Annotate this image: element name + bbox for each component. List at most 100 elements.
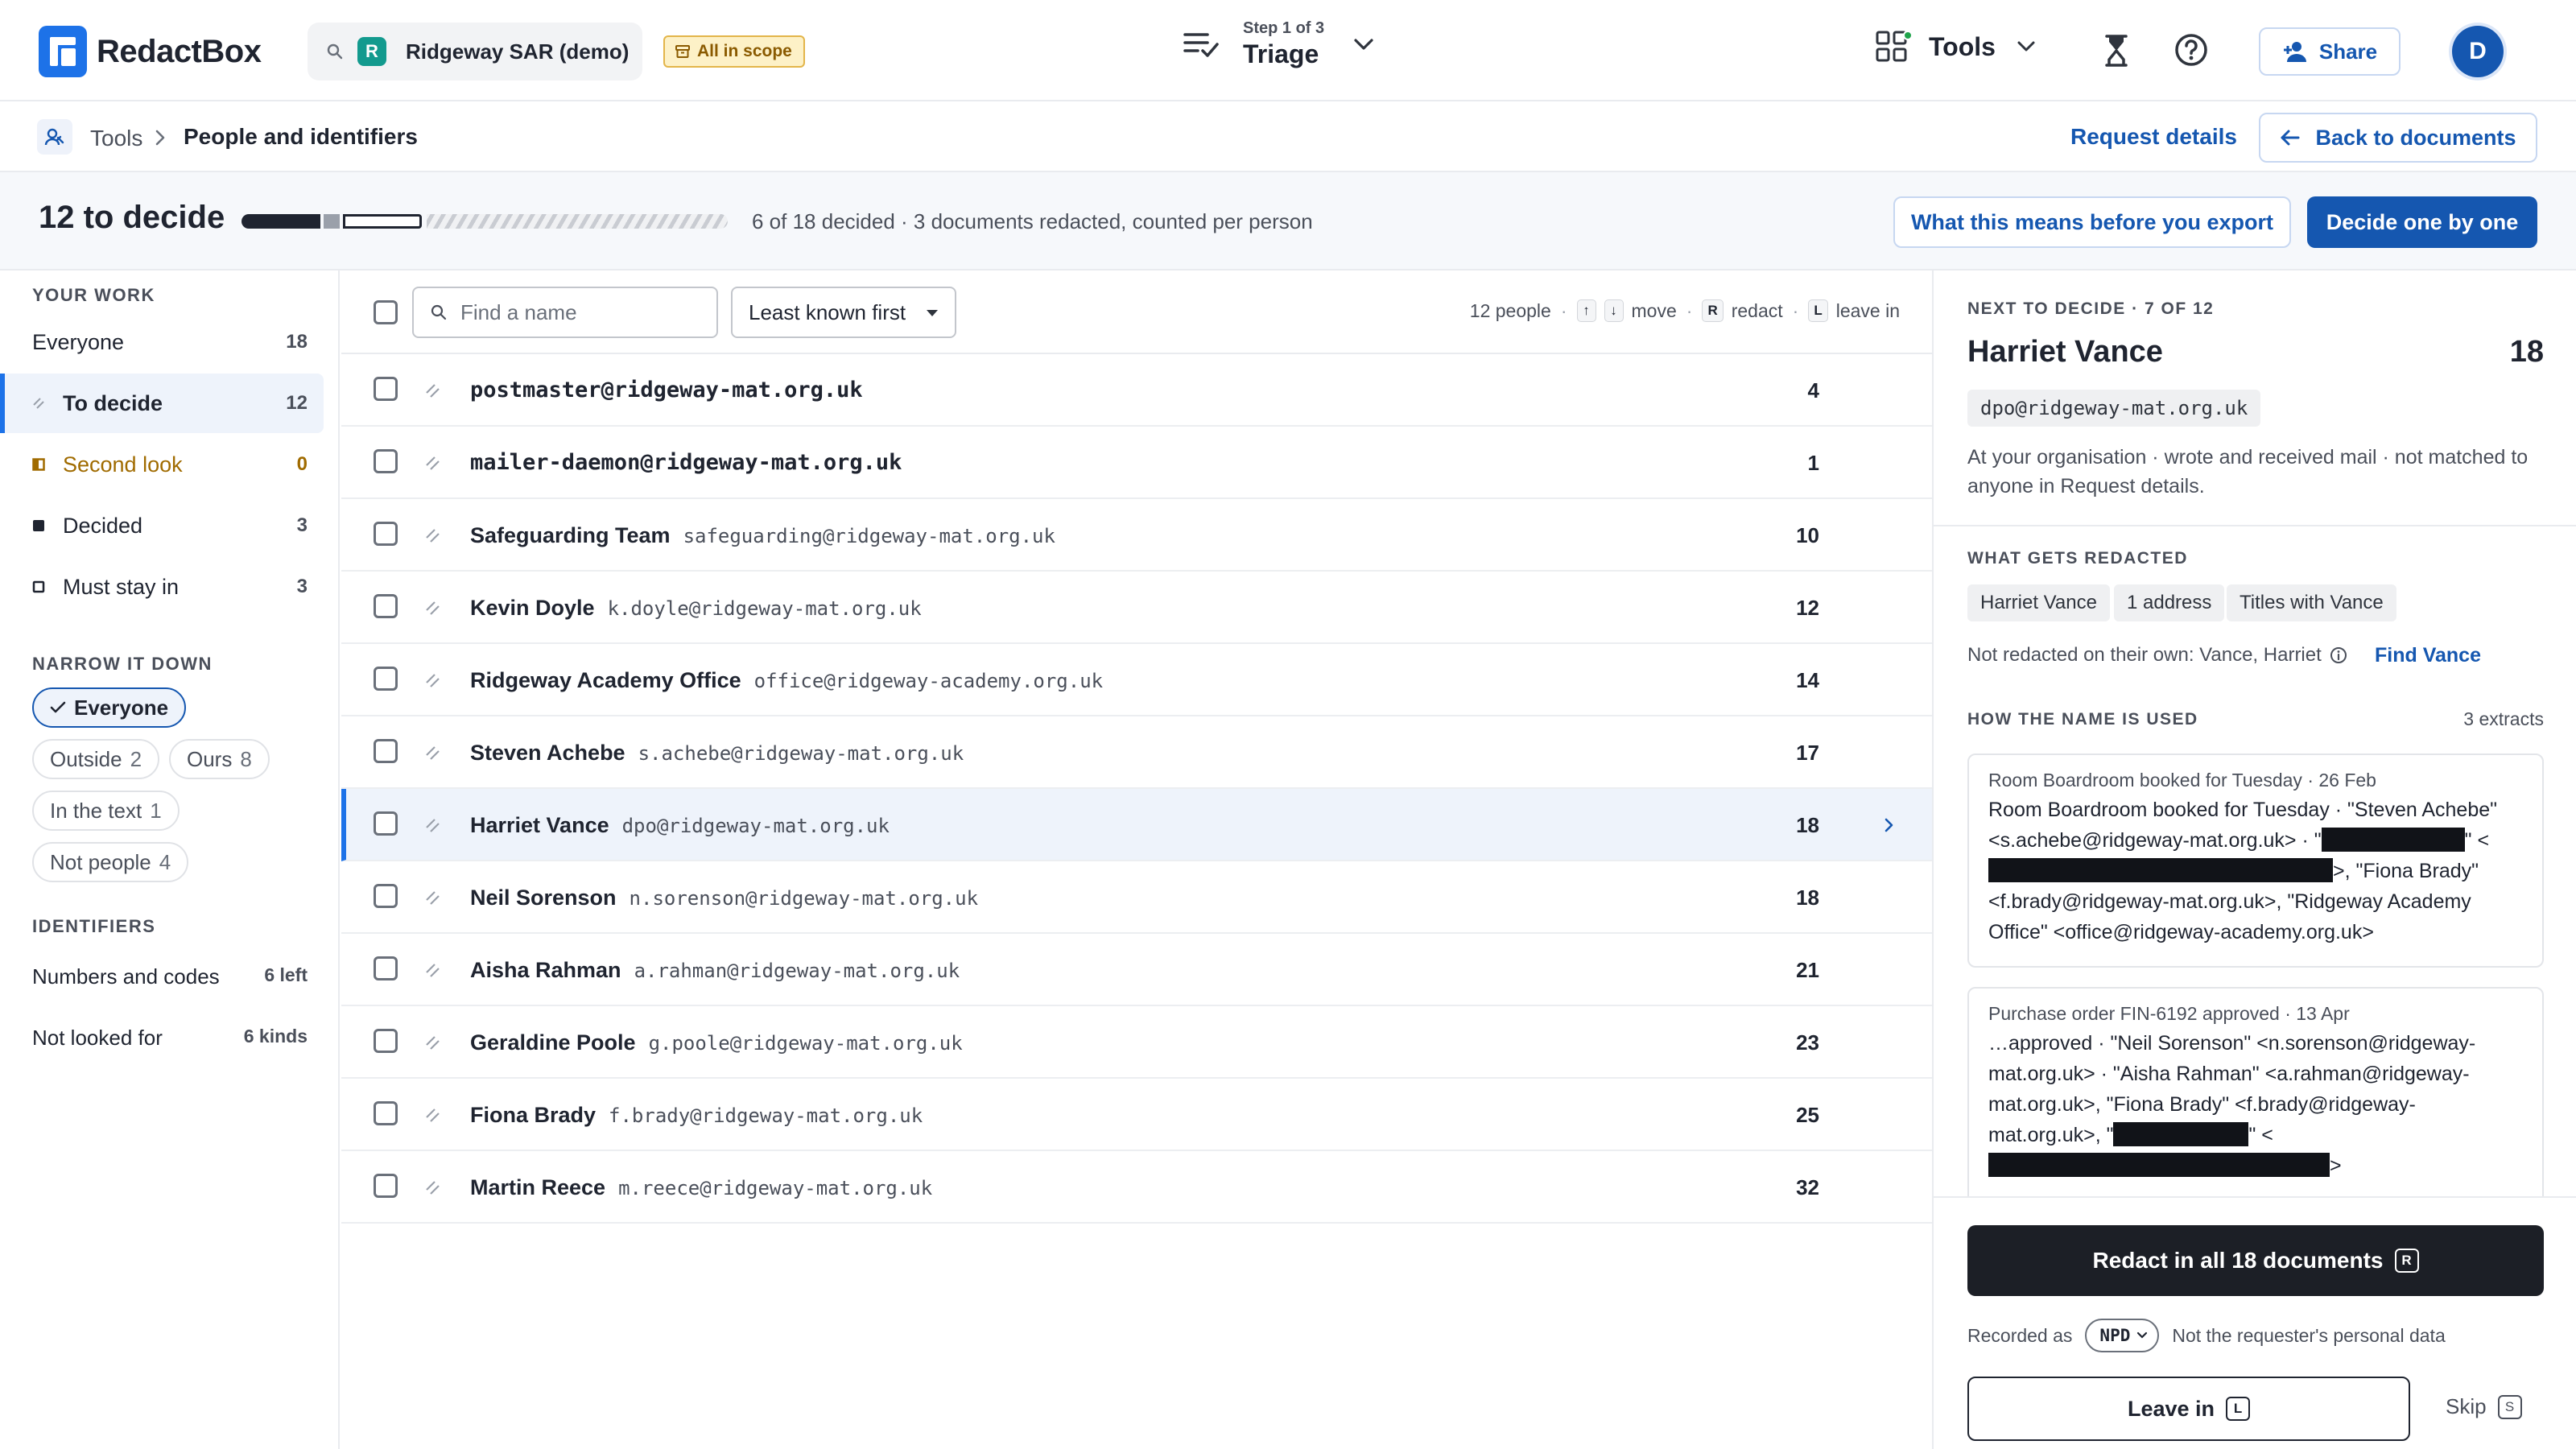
extract-text: " < <box>2464 829 2490 852</box>
info-icon[interactable] <box>2330 646 2347 664</box>
sidebar-item-to-decide[interactable]: To decide 12 <box>0 374 324 433</box>
check-icon <box>50 701 66 713</box>
row-checkbox[interactable] <box>374 811 398 836</box>
table-row[interactable]: postmaster@ridgeway-mat.org.uk 4 <box>341 354 1932 427</box>
redact-all-button[interactable]: Redact in all 18 documents R <box>1967 1225 2544 1296</box>
step-selector[interactable]: Step 1 of 3 Triage <box>1183 19 1374 69</box>
back-to-documents-button[interactable]: Back to documents <box>2259 113 2537 163</box>
filter-chip-outside[interactable]: Outside 2 <box>32 739 160 779</box>
notification-dot <box>1903 31 1913 40</box>
table-row[interactable]: mailer-daemon@ridgeway-mat.org.uk 1 <box>341 427 1932 499</box>
decision-actions: Redact in all 18 documents R Recorded as… <box>1934 1196 2576 1449</box>
key-redact: R <box>1702 299 1724 322</box>
document-count: 14 <box>1796 668 1819 692</box>
table-row[interactable]: Martin Reece m.reece@ridgeway-mat.org.uk 3… <box>341 1151 1932 1224</box>
person-name: Geraldine Poole <box>470 1030 636 1055</box>
table-row[interactable]: Safeguarding Team safeguarding@ridgeway-m… <box>341 499 1932 572</box>
undecided-status-icon <box>426 1181 440 1195</box>
sidebar-item-must-stay-in[interactable]: Must stay in 3 <box>0 557 324 617</box>
extract-card[interactable]: Room Boardroom booked for Tuesday · 26 F… <box>1967 753 2544 968</box>
row-checkbox[interactable] <box>374 1029 398 1053</box>
hatched-icon <box>33 398 44 409</box>
identifier-value: 6 left <box>264 964 308 985</box>
row-checkbox[interactable] <box>374 594 398 618</box>
table-row[interactable]: Neil Sorenson n.sorenson@ridgeway-mat.org… <box>341 861 1932 934</box>
person-cell: Geraldine Poole g.poole@ridgeway-mat.org.… <box>470 1030 963 1055</box>
breadcrumb-tools-link[interactable]: Tools <box>90 126 142 151</box>
help-icon[interactable] <box>2174 32 2209 72</box>
row-checkbox[interactable] <box>374 884 398 908</box>
sort-value: Least known first <box>749 299 906 324</box>
table-row[interactable]: Steven Achebe s.achebe@ridgeway-mat.org.u… <box>341 716 1932 789</box>
undecided-status-icon <box>426 1036 440 1050</box>
identifier-not-looked-for[interactable]: Not looked for 6 kinds <box>32 1026 308 1051</box>
skip-button[interactable]: Skip S <box>2446 1394 2522 1419</box>
hourglass-icon[interactable] <box>2104 34 2128 72</box>
row-checkbox[interactable] <box>374 667 398 691</box>
identifier-value: 6 kinds <box>243 1026 308 1046</box>
redaction-tag: 1 address <box>2114 584 2225 621</box>
sidebar-item-decided[interactable]: Decided 3 <box>0 496 324 555</box>
tools-menu[interactable]: Tools <box>1876 31 2036 63</box>
filter-chip-ours[interactable]: Ours 8 <box>169 739 270 779</box>
sidebar-item-everyone[interactable]: Everyone 18 <box>0 312 324 372</box>
row-checkbox[interactable] <box>374 377 398 401</box>
scope-badge[interactable]: All in scope <box>663 35 805 68</box>
request-details-link[interactable]: Request details <box>2070 124 2237 150</box>
redaction-bar <box>1988 1153 2330 1177</box>
person-name: Fiona Brady <box>470 1103 597 1127</box>
table-row[interactable]: Geraldine Poole g.poole@ridgeway-mat.org.… <box>341 1006 1932 1079</box>
sidebar-item-second-look[interactable]: Second look 0 <box>0 435 324 494</box>
identifier-numbers-and-codes[interactable]: Numbers and codes 6 left <box>32 964 308 989</box>
search-input[interactable] <box>460 299 702 325</box>
project-switcher[interactable]: R Ridgeway SAR (demo) <box>308 23 642 80</box>
filter-chip-in-the-text[interactable]: In the text 1 <box>32 791 180 831</box>
explain-export-button[interactable]: What this means before you export <box>1893 196 2291 248</box>
user-avatar[interactable]: D <box>2452 26 2504 77</box>
share-button[interactable]: Share <box>2259 27 2401 76</box>
chip-count: 2 <box>130 746 142 771</box>
arrow-left-icon <box>2281 130 2300 146</box>
select-all-checkbox[interactable] <box>374 300 398 324</box>
row-checkbox[interactable] <box>374 739 398 763</box>
what-gets-redacted-heading: WHAT GETS REDACTED <box>1967 549 2188 568</box>
people-tool-icon <box>37 119 72 155</box>
row-checkbox[interactable] <box>374 1101 398 1125</box>
skip-label: Skip <box>2446 1394 2487 1418</box>
person-name: Aisha Rahman <box>470 958 621 982</box>
recorded-as-select[interactable]: NPD <box>2085 1319 2160 1352</box>
row-checkbox[interactable] <box>374 522 398 546</box>
extract-card[interactable]: Purchase order FIN-6192 approved · 13 Ap… <box>1967 987 2544 1204</box>
filter-chip-not-people[interactable]: Not people 4 <box>32 842 189 882</box>
key-up: ↑ <box>1576 299 1596 322</box>
decide-one-by-one-button[interactable]: Decide one by one <box>2307 196 2537 248</box>
person-email: a.rahman@ridgeway-mat.org.uk <box>634 960 960 982</box>
table-row[interactable]: Fiona Brady f.brady@ridgeway-mat.org.uk 25 <box>341 1079 1932 1151</box>
filter-chip-everyone[interactable]: Everyone <box>32 687 187 728</box>
table-row[interactable]: Harriet Vance dpo@ridgeway-mat.org.uk 18 <box>341 789 1932 861</box>
row-checkbox[interactable] <box>374 449 398 473</box>
find-vance-link[interactable]: Find Vance <box>2375 644 2481 667</box>
app-logo[interactable]: RedactBox <box>39 26 262 77</box>
sort-select[interactable]: Least known first <box>731 287 956 338</box>
person-cell: Aisha Rahman a.rahman@ridgeway-mat.org.uk <box>470 958 960 983</box>
table-row[interactable]: Kevin Doyle k.doyle@ridgeway-mat.org.uk 12 <box>341 572 1932 644</box>
redaction-bar <box>1988 858 2333 882</box>
chip-label: In the text <box>50 798 142 823</box>
person-name: mailer-daemon@ridgeway-mat.org.uk <box>470 450 902 475</box>
key-leave: L <box>1808 299 1828 322</box>
table-row[interactable]: Aisha Rahman a.rahman@ridgeway-mat.org.uk… <box>341 934 1932 1006</box>
search-field <box>412 287 718 338</box>
sidebar-item-count: 3 <box>296 576 308 597</box>
row-checkbox[interactable] <box>374 1174 398 1198</box>
sidebar-item-label: Everyone <box>32 329 125 354</box>
row-checkbox[interactable] <box>374 956 398 980</box>
person-cell: Ridgeway Academy Office office@ridgeway-a… <box>470 668 1103 693</box>
document-count: 12 <box>1796 596 1819 620</box>
table-row[interactable]: Ridgeway Academy Office office@ridgeway-a… <box>341 644 1932 716</box>
chip-label: Ours <box>187 746 233 771</box>
recorded-value: NPD <box>2099 1326 2131 1345</box>
document-count: 23 <box>1796 1030 1819 1055</box>
leave-in-button[interactable]: Leave in L <box>1967 1377 2410 1441</box>
document-count: 18 <box>1796 813 1819 837</box>
